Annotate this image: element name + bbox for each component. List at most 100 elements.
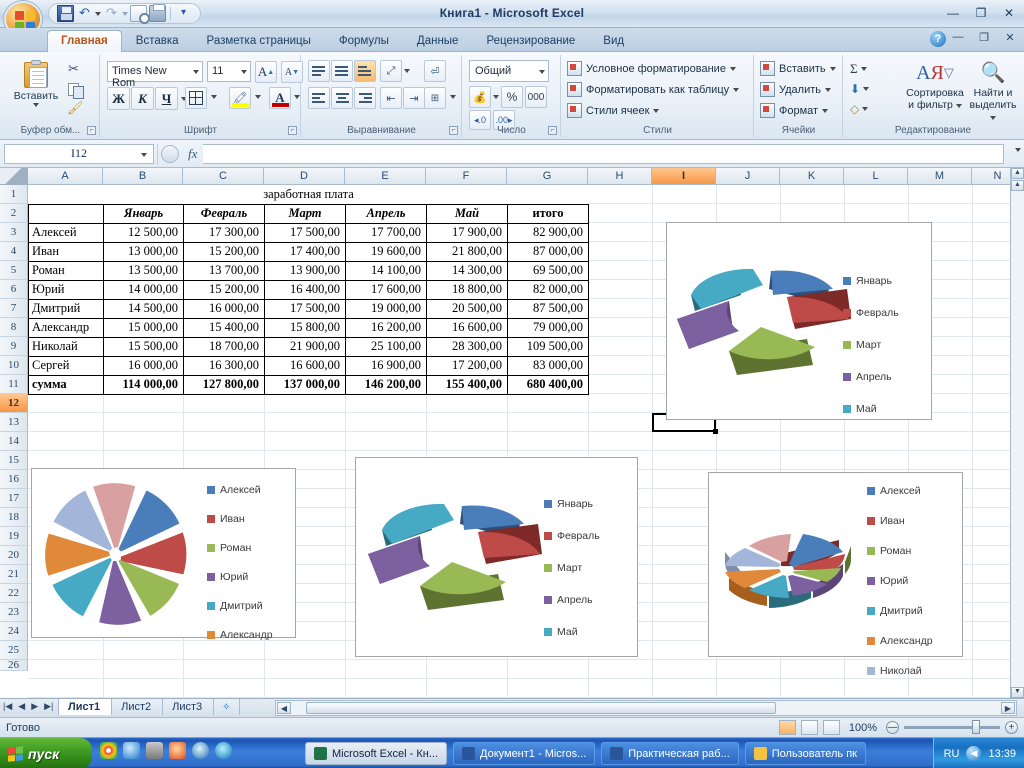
shrink-font-button[interactable]: A ▼ xyxy=(281,61,303,83)
tab-formulas[interactable]: Формулы xyxy=(325,30,403,52)
scroll-right-button[interactable]: ▶ xyxy=(1001,702,1015,714)
tab-data[interactable]: Данные xyxy=(403,30,473,52)
row-header-25[interactable]: 25 xyxy=(0,641,28,660)
orientation-dropdown-icon[interactable] xyxy=(404,69,410,73)
grow-font-button[interactable]: A ▲ xyxy=(255,61,277,83)
alignment-dialog-launcher[interactable]: ⌐ xyxy=(449,126,458,135)
column-header-I[interactable]: I xyxy=(652,168,716,185)
page-layout-view-icon[interactable] xyxy=(800,720,818,735)
row-header-26[interactable]: 26 xyxy=(0,660,28,671)
clock[interactable]: 13:39 xyxy=(988,748,1016,760)
cell-styles-dropdown-icon[interactable] xyxy=(653,108,660,113)
chart-people-bottom-left[interactable]: Алексей Иван Роман Юрий Дмитрий Александ… xyxy=(31,468,296,641)
italic-button[interactable]: К xyxy=(131,87,154,110)
find-select-dropdown-icon[interactable] xyxy=(990,116,996,120)
column-header-D[interactable]: D xyxy=(264,168,345,185)
grid-cells[interactable]: заработная плата Январь Февраль Март Апр… xyxy=(28,185,1024,698)
chart-people-bottom-right[interactable]: Алексей Иван Роман Юрий Дмитрий Александ… xyxy=(708,472,963,677)
scissors-icon[interactable]: ✂ xyxy=(68,61,86,79)
horizontal-scrollbar[interactable]: ◀ ▶ xyxy=(275,700,1017,716)
decrease-indent-button[interactable]: ⇤ xyxy=(380,87,402,109)
fill-series-dropdown-icon[interactable] xyxy=(863,87,870,91)
wrap-text-button[interactable]: ⏎ xyxy=(424,60,446,82)
column-header-H[interactable]: H xyxy=(588,168,652,185)
copy-icon[interactable] xyxy=(68,81,86,99)
sheet-tab-list2[interactable]: Лист2 xyxy=(111,699,164,715)
chrome-icon[interactable] xyxy=(100,742,117,759)
column-header-C[interactable]: C xyxy=(183,168,264,185)
scroll-up-arrow-2[interactable]: ▲ xyxy=(1011,180,1024,191)
row-header-18[interactable]: 18 xyxy=(0,508,28,527)
task-word-practice[interactable]: Практическая раб... xyxy=(601,742,739,765)
horizontal-scroll-thumb[interactable] xyxy=(306,702,776,714)
clipboard-dialog-launcher[interactable]: ⌐ xyxy=(87,126,96,135)
paste-button[interactable]: Вставить xyxy=(10,59,62,119)
insert-function-button[interactable]: fx xyxy=(182,146,203,162)
row-header-19[interactable]: 19 xyxy=(0,527,28,546)
column-header-A[interactable]: A xyxy=(28,168,103,185)
restore-button[interactable]: ❐ xyxy=(970,4,992,22)
row-header-23[interactable]: 23 xyxy=(0,603,28,622)
task-excel[interactable]: Microsoft Excel - Кн... xyxy=(305,742,447,765)
tab-insert[interactable]: Вставка xyxy=(122,30,193,52)
font-name-combobox[interactable]: Times New Rom xyxy=(107,61,203,89)
last-sheet-button[interactable]: ▶| xyxy=(44,701,53,712)
autosum-dropdown-icon[interactable] xyxy=(860,67,867,71)
insert-cells-button[interactable]: Вставить xyxy=(760,61,836,76)
orientation-button[interactable]: ⤢ xyxy=(380,60,402,82)
align-left-button[interactable] xyxy=(308,87,330,109)
format-as-table-dropdown-icon[interactable] xyxy=(733,87,740,92)
task-explorer-user[interactable]: Пользователь пк xyxy=(744,742,866,765)
row-header-2[interactable]: 2 xyxy=(0,204,28,223)
page-break-view-icon[interactable] xyxy=(822,720,840,735)
ie-icon[interactable] xyxy=(123,742,140,759)
name-box[interactable]: I12 xyxy=(4,143,154,164)
delete-cells-button[interactable]: Удалить xyxy=(760,82,831,97)
ribbon-close-button[interactable]: ✕ xyxy=(1000,31,1020,47)
conditional-formatting-dropdown-icon[interactable] xyxy=(729,66,736,71)
chart-months-top-right[interactable]: Январь Февраль Март Апрель Май xyxy=(666,222,932,420)
align-right-button[interactable] xyxy=(354,87,376,109)
select-all-button[interactable] xyxy=(0,168,28,185)
minimize-button[interactable]: — xyxy=(942,4,964,22)
number-format-combobox[interactable]: Общий xyxy=(469,60,549,82)
row-header-22[interactable]: 22 xyxy=(0,584,28,603)
bold-button[interactable]: Ж xyxy=(107,87,130,110)
close-button[interactable]: ✕ xyxy=(998,4,1020,22)
clear-button[interactable]: ◇ xyxy=(850,99,869,119)
zoom-slider-thumb[interactable] xyxy=(972,720,980,734)
row-header-12[interactable]: 12 xyxy=(0,394,28,413)
row-header-9[interactable]: 9 xyxy=(0,337,28,356)
player-icon[interactable] xyxy=(215,742,232,759)
start-button[interactable]: пуск xyxy=(0,738,92,768)
formula-input[interactable] xyxy=(203,143,1004,164)
row-header-13[interactable]: 13 xyxy=(0,413,28,432)
expand-formula-bar-icon[interactable] xyxy=(1015,148,1021,152)
zoom-in-button[interactable]: + xyxy=(1005,721,1018,734)
prev-sheet-button[interactable]: ◀ xyxy=(18,701,25,712)
borders-button[interactable] xyxy=(185,87,207,109)
number-dialog-launcher[interactable]: ⌐ xyxy=(548,126,557,135)
insert-sheet-button[interactable]: ✧ xyxy=(213,699,240,715)
merge-dropdown-icon[interactable] xyxy=(450,95,456,99)
thousands-button[interactable]: 000 xyxy=(525,86,547,108)
show-hidden-icons-icon[interactable]: ◀ xyxy=(966,746,982,761)
font-size-dropdown-icon[interactable] xyxy=(241,70,247,74)
salary-table[interactable]: заработная плата Январь Февраль Март Апр… xyxy=(28,185,589,395)
font-size-combobox[interactable]: 11 xyxy=(207,61,251,82)
font-dialog-launcher[interactable]: ⌐ xyxy=(288,126,297,135)
align-middle-button[interactable] xyxy=(331,60,353,82)
format-cells-dropdown-icon[interactable] xyxy=(822,108,829,113)
ribbon-minimize-button[interactable]: — xyxy=(948,31,968,47)
align-top-button[interactable] xyxy=(308,60,330,82)
scroll-left-button[interactable]: ◀ xyxy=(277,702,291,714)
tab-view[interactable]: Вид xyxy=(589,30,638,52)
sheet-tab-list1[interactable]: Лист1 xyxy=(58,699,113,715)
font-name-dropdown-icon[interactable] xyxy=(193,70,199,74)
column-header-B[interactable]: B xyxy=(103,168,183,185)
column-header-J[interactable]: J xyxy=(716,168,780,185)
find-select-button[interactable]: 🔍 Найти и выделить xyxy=(966,59,1020,123)
chart-months-bottom-middle[interactable]: Январь Февраль Март Апрель Май xyxy=(355,457,638,657)
row-header-14[interactable]: 14 xyxy=(0,432,28,451)
tab-review[interactable]: Рецензирование xyxy=(472,30,589,52)
